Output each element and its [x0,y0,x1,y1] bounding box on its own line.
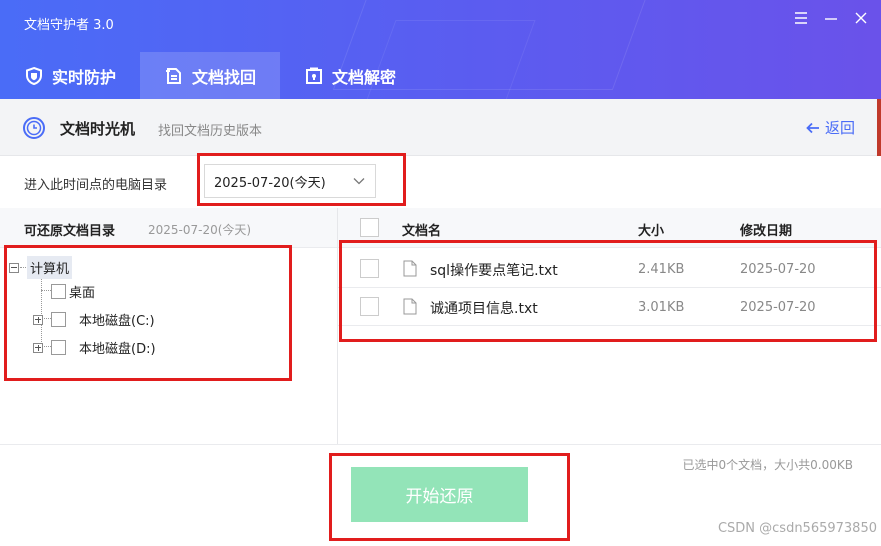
row-checkbox[interactable] [360,297,379,316]
tree-node-label: 计算机 [27,256,73,279]
unlock-icon [306,67,323,84]
chevron-down-icon [353,176,365,186]
back-label: 返回 [824,119,855,137]
tree-checkbox[interactable] [51,284,66,299]
tree-node-computer[interactable]: 计算机 [9,256,73,279]
directory-header-title: 可还原文档目录 [24,224,116,239]
text-file-icon [403,298,417,315]
tab-realtime-protection[interactable]: 实时防护 [0,52,140,99]
file-list-panel: 文档名 大小 修改日期 sql操作要点笔记.txt 2.41KB 2025-07… [338,208,881,444]
app-title: 文档守护者 3.0 [24,18,114,33]
text-file-icon [403,260,417,277]
document-recover-icon [166,67,182,84]
tree-node-label: 本地磁盘(D:) [79,342,156,357]
tree-node-disk-d[interactable]: 本地磁盘(D:) [33,338,156,357]
arrow-left-icon [806,122,819,133]
tree-node-label: 本地磁盘(C:) [79,314,155,329]
file-name: sql操作要点笔记.txt [430,263,558,279]
file-name: 诚通项目信息.txt [430,301,538,317]
tree-checkbox[interactable] [51,312,66,327]
table-row[interactable]: sql操作要点笔记.txt 2.41KB 2025-07-20 [338,250,881,288]
tab-label: 文档解密 [332,67,397,87]
main-tabs: 实时防护 文档找回 文档解密 [0,52,420,99]
directory-panel: 可还原文档目录 2025-07-20(今天) 计算机 桌面 本地磁盘(C:) 本… [0,208,338,444]
collapse-icon[interactable] [9,262,19,273]
menu-icon[interactable] [793,10,809,26]
tree-checkbox[interactable] [51,340,66,355]
column-size: 大小 [638,224,665,239]
page-description: 找回文档历史版本 [158,124,263,139]
expand-icon[interactable] [33,314,43,325]
file-table-header: 文档名 大小 修改日期 [338,208,881,248]
tab-label: 文档找回 [192,67,257,87]
table-row[interactable]: 诚通项目信息.txt 3.01KB 2025-07-20 [338,288,881,326]
watermark: CSDN @csdn565973850 [717,521,877,536]
close-icon[interactable] [853,10,869,26]
tree-node-desktop[interactable]: 桌面 [51,282,95,301]
tree-node-label: 桌面 [69,286,96,301]
window-controls [793,10,869,26]
directory-header-date: 2025-07-20(今天) [148,223,252,237]
clock-icon [22,116,46,140]
tree-node-disk-c[interactable]: 本地磁盘(C:) [33,310,155,329]
subheader-bar: 文档时光机 找回文档历史版本 返回 [0,99,881,156]
file-date: 2025-07-20 [740,300,816,315]
page-title: 文档时光机 [60,120,136,138]
tab-label: 实时防护 [52,67,117,87]
file-size: 2.41KB [638,262,685,277]
select-all-checkbox[interactable] [360,218,379,237]
start-restore-button[interactable]: 开始还原 [351,467,528,522]
row-checkbox[interactable] [360,259,379,278]
timepoint-row: 进入此时间点的电脑目录 [0,156,881,208]
expand-icon[interactable] [33,342,43,353]
back-button[interactable]: 返回 [805,117,855,138]
selection-info: 已选中0个文档，大小共0.00KB [682,458,853,472]
column-date: 修改日期 [740,224,793,239]
tab-document-decrypt[interactable]: 文档解密 [280,52,420,99]
date-select-value: 2025-07-20(今天) [214,175,326,191]
shield-icon [26,66,42,85]
file-size: 3.01KB [638,300,685,315]
tab-document-recovery[interactable]: 文档找回 [140,52,281,99]
date-select[interactable]: 2025-07-20(今天) [204,164,376,198]
timepoint-label: 进入此时间点的电脑目录 [24,178,168,193]
file-date: 2025-07-20 [740,262,816,277]
column-name: 文档名 [402,224,442,239]
directory-header: 可还原文档目录 2025-07-20(今天) [0,208,337,248]
minimize-icon[interactable] [823,10,839,26]
app-header: 文档守护者 3.0 实时防护 文档找回 文档解密 [0,0,881,99]
